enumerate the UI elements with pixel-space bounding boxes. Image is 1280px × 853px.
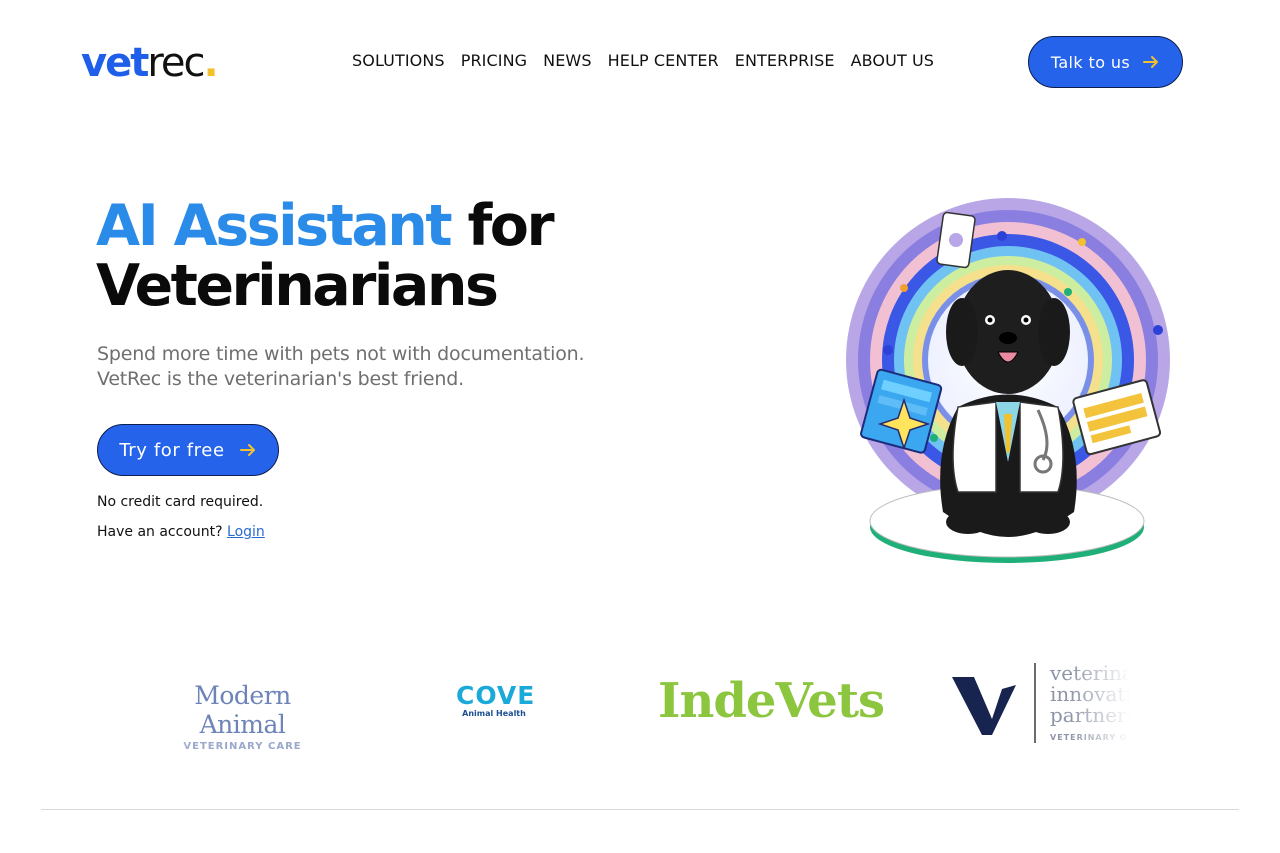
- logo-dot: .: [203, 40, 219, 86]
- try-for-free-label: Try for free: [119, 439, 225, 461]
- logo-vet: vet: [81, 40, 149, 86]
- hero-subtitle: Spend more time with pets not with docum…: [97, 342, 657, 392]
- logos-fade-right: [1070, 655, 1130, 750]
- nav-about-us[interactable]: ABOUT US: [851, 50, 934, 72]
- talk-to-us-label: Talk to us: [1050, 52, 1131, 72]
- vip-v-mark-icon: [952, 677, 1016, 735]
- nav-enterprise[interactable]: ENTERPRISE: [735, 50, 835, 72]
- logos-fade-left: [150, 655, 190, 750]
- arrow-right-icon: [1143, 56, 1159, 68]
- have-account-prompt: Have an account?: [97, 524, 223, 540]
- vip-divider: [1034, 663, 1036, 743]
- cove-logo: COVE Animal Health: [456, 681, 536, 719]
- partner-logos-strip: Modern Animal VETERINARY CARE COVE Anima…: [150, 655, 1130, 750]
- have-account-line: Have an account? Login: [97, 524, 265, 540]
- vet-dog-illustration: [846, 198, 1170, 563]
- hero-subtitle-line-2: VetRec is the veterinarian's best friend…: [97, 368, 464, 390]
- no-credit-card-note: No credit card required.: [97, 494, 264, 510]
- hero-title-accent: AI Assistant: [96, 193, 453, 259]
- nav-solutions[interactable]: SOLUTIONS: [352, 50, 445, 72]
- nav-pricing[interactable]: PRICING: [461, 50, 527, 72]
- arrow-right-icon: [239, 444, 255, 456]
- section-divider: [41, 809, 1239, 810]
- login-link[interactable]: Login: [227, 524, 265, 540]
- hero-title-rest: for: [450, 193, 554, 259]
- cove-tagline: Animal Health: [462, 709, 526, 718]
- nav-news[interactable]: NEWS: [543, 50, 591, 72]
- talk-to-us-button[interactable]: Talk to us: [1028, 36, 1183, 88]
- logo-rec: rec: [147, 40, 205, 86]
- hero-title-line-2: Veterinarians: [96, 253, 499, 319]
- vetrec-logo[interactable]: vet rec.: [81, 40, 219, 86]
- try-for-free-button[interactable]: Try for free: [97, 424, 279, 476]
- nav-help-center[interactable]: HELP CENTER: [608, 50, 719, 72]
- cove-name: COVE: [456, 681, 536, 710]
- main-nav: SOLUTIONS PRICING NEWS HELP CENTER ENTER…: [352, 50, 950, 72]
- hero-title: AI Assistant for Veterinarians: [96, 196, 656, 316]
- hero-subtitle-line-1: Spend more time with pets not with docum…: [97, 343, 585, 365]
- indevets-logo: IndeVets: [658, 673, 885, 729]
